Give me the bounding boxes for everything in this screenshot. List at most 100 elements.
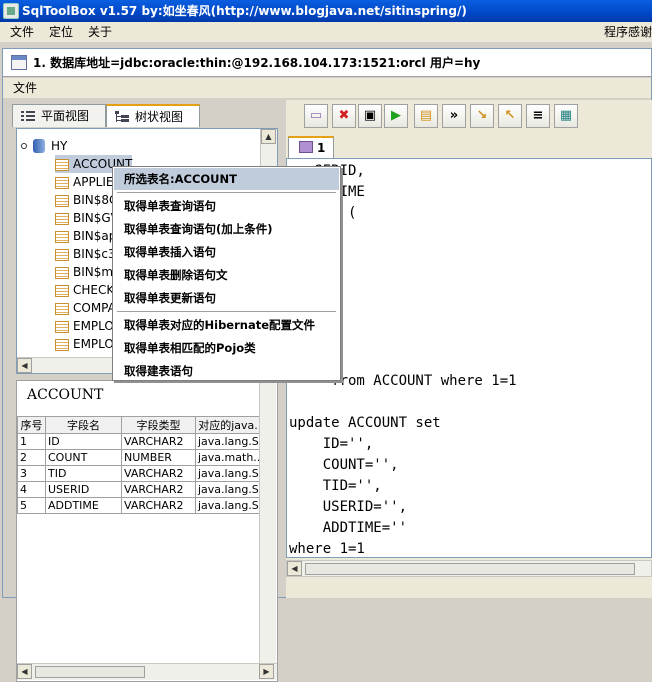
tree-table-node[interactable]: BIN$ap xyxy=(55,227,116,245)
table-node-label: BIN$8C xyxy=(73,193,118,207)
sql-icon[interactable]: ▤ xyxy=(414,104,438,128)
outdent-icon[interactable]: ↖ xyxy=(498,104,522,128)
detail-hscrollbar[interactable]: ◀ ▶ xyxy=(17,663,277,680)
table-cell: VARCHAR2 xyxy=(121,481,196,498)
tree-icon xyxy=(115,111,129,122)
table-icon xyxy=(55,338,69,351)
col-header-field[interactable]: 字段名 xyxy=(45,416,122,434)
col-header-type[interactable]: 字段类型 xyxy=(121,416,196,434)
table-cell: java.lang.St... xyxy=(195,481,268,498)
editor-tab-1[interactable]: 1 xyxy=(288,136,334,158)
tree-table-node[interactable]: BIN$m xyxy=(55,263,113,281)
menu-separator xyxy=(117,311,336,312)
save-icon[interactable]: ▣ xyxy=(358,104,382,128)
table-icon xyxy=(55,320,69,333)
context-menu-item[interactable]: 取得单表相匹配的Pojo类 xyxy=(114,337,339,359)
table-node-label: BIN$m xyxy=(73,265,114,279)
app-icon xyxy=(3,3,19,19)
table-row[interactable]: 2 COUNT NUMBER java.math.... xyxy=(17,449,268,466)
window-title: SqlToolBox v1.57 by:如坐春风(http://www.blog… xyxy=(22,4,467,18)
table-node-label: EMPLO xyxy=(73,319,114,333)
detail-vscrollbar[interactable] xyxy=(259,381,276,663)
inner-menu-file[interactable]: 文件 xyxy=(13,81,37,95)
table-icon xyxy=(55,194,69,207)
table-row[interactable]: 3 TID VARCHAR2 java.lang.St... xyxy=(17,465,268,482)
run-icon[interactable]: ▶ xyxy=(384,104,408,128)
table-node-label: CHECK xyxy=(73,283,115,297)
tree-table-node[interactable]: COMPA xyxy=(55,299,116,317)
col-header-java[interactable]: 对应的java... xyxy=(195,416,268,434)
export-icon[interactable]: ▦ xyxy=(554,104,578,128)
col-header-index[interactable]: 序号 xyxy=(17,416,46,434)
tree-table-node[interactable]: BIN$8C xyxy=(55,191,117,209)
table-node-label: APPLIE xyxy=(73,175,114,189)
table-cell: VARCHAR2 xyxy=(121,465,196,482)
tree-table-node[interactable]: BIN$GV xyxy=(55,209,119,227)
table-cell: java.lang.St... xyxy=(195,433,268,450)
scroll-up-icon[interactable]: ▲ xyxy=(261,129,276,144)
tree-table-node[interactable]: CHECK xyxy=(55,281,114,299)
connection-title: 1. 数据库地址=jdbc:oracle:thin:@192.168.104.1… xyxy=(33,56,481,70)
table-icon xyxy=(55,212,69,225)
table-cell: VARCHAR2 xyxy=(121,497,196,514)
tab-flat-view[interactable]: 平面视图 xyxy=(12,104,106,127)
scroll-thumb[interactable] xyxy=(35,666,145,678)
editor-hscrollbar[interactable]: ◀ xyxy=(286,560,652,577)
menu-file[interactable]: 文件 xyxy=(0,22,39,42)
tree-table-node[interactable]: EMPLO xyxy=(55,335,114,353)
indent-icon[interactable]: ↘ xyxy=(470,104,494,128)
table-node-label: BIN$c3 xyxy=(73,247,116,261)
table-cell: NUMBER xyxy=(121,449,196,466)
connection-titlebar[interactable]: 1. 数据库地址=jdbc:oracle:thin:@192.168.104.1… xyxy=(3,49,651,77)
table-icon xyxy=(55,266,69,279)
database-icon xyxy=(33,139,45,153)
tree-table-node[interactable]: APPLIE xyxy=(55,173,114,191)
context-menu-item[interactable]: 取得单表查询语句(加上条件) xyxy=(114,218,339,240)
open-folder-icon[interactable]: ▭ xyxy=(304,104,328,128)
table-cell: 3 xyxy=(17,465,46,482)
scroll-left-icon[interactable]: ◀ xyxy=(287,561,302,576)
tab-tree-view[interactable]: 树状视图 xyxy=(106,104,200,127)
menu-locate[interactable]: 定位 xyxy=(39,22,78,42)
table-icon xyxy=(55,302,69,315)
table-row[interactable]: 4 USERID VARCHAR2 java.lang.St... xyxy=(17,481,268,498)
tree-partial-node[interactable]: — xyxy=(43,129,55,137)
context-menu-item[interactable]: 取得单表对应的Hibernate配置文件 xyxy=(114,314,339,336)
context-menu-item[interactable]: 取得单表更新语句 xyxy=(114,287,339,309)
table-icon xyxy=(55,284,69,297)
table-cell: java.lang.St... xyxy=(195,465,268,482)
delete-icon[interactable]: ✖ xyxy=(332,104,356,128)
scroll-left-icon[interactable]: ◀ xyxy=(17,358,32,373)
tab-tree-label: 树状视图 xyxy=(135,110,184,124)
tree-table-node[interactable]: EMPLO xyxy=(55,317,114,335)
window-titlebar[interactable]: SqlToolBox v1.57 by:如坐春风(http://www.blog… xyxy=(0,0,652,22)
scroll-thumb[interactable] xyxy=(305,563,635,575)
context-menu-item[interactable]: 取得单表插入语句 xyxy=(114,241,339,263)
list-icon xyxy=(21,111,35,121)
table-row[interactable]: 5 ADDTIME VARCHAR2 java.lang.St... xyxy=(17,497,268,514)
table-cell: 1 xyxy=(17,433,46,450)
expand-toggle-icon[interactable] xyxy=(21,143,27,149)
table-row[interactable]: 1 ID VARCHAR2 java.lang.St... xyxy=(17,433,268,450)
format-icon[interactable]: ≡ xyxy=(526,104,550,128)
context-menu-item[interactable]: 取得单表查询语句 xyxy=(114,195,339,217)
table-icon xyxy=(55,248,69,261)
table-cell: java.math.... xyxy=(195,449,268,466)
menu-thanks[interactable]: 程序感谢 xyxy=(604,22,652,42)
table-cell: 4 xyxy=(17,481,46,498)
context-menu-item[interactable]: 取得建表语句 xyxy=(114,360,339,382)
context-menu-item[interactable]: 取得单表删除语句文 xyxy=(114,264,339,286)
table-icon xyxy=(55,176,69,189)
scroll-right-icon[interactable]: ▶ xyxy=(259,664,274,679)
table-cell: java.lang.St... xyxy=(195,497,268,514)
context-menu-item[interactable]: 所选表名:ACCOUNT xyxy=(114,168,339,190)
folder-icon xyxy=(299,141,313,153)
menu-separator xyxy=(117,192,336,193)
menu-about[interactable]: 关于 xyxy=(78,22,117,42)
context-menu: 所选表名:ACCOUNT 取得单表查询语句 取得单表查询语句(加上条件) 取得单表插入… xyxy=(112,166,341,381)
table-node-label: BIN$ap xyxy=(73,229,117,243)
scroll-left-icon[interactable]: ◀ xyxy=(17,664,32,679)
run-all-icon[interactable]: » xyxy=(442,104,466,128)
tree-table-node[interactable]: BIN$c3 xyxy=(55,245,116,263)
table-node-label: EMPLO xyxy=(73,337,114,351)
